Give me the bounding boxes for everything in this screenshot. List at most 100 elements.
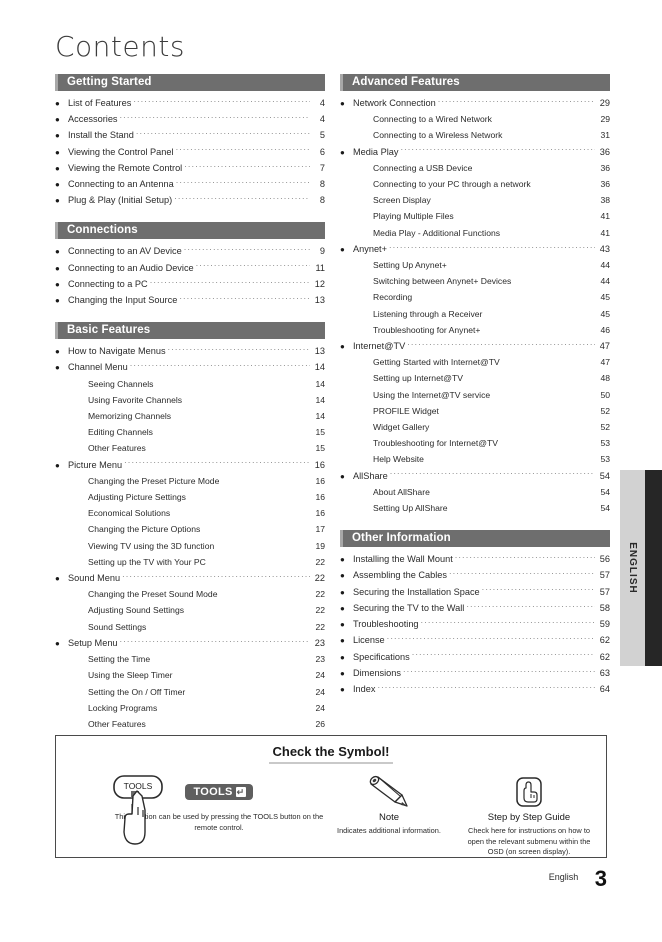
toc-entry[interactable]: ● Install the Stand 5	[55, 127, 325, 143]
toc-subentry[interactable]: ●Recording45	[340, 289, 610, 305]
bullet-icon: ●	[340, 587, 345, 597]
toc-entry[interactable]: ● Troubleshooting 59	[340, 616, 610, 632]
toc-subentry[interactable]: ●Sound Settings22	[55, 619, 325, 635]
toc-subentry[interactable]: ●About AllShare54	[340, 484, 610, 500]
toc-entry[interactable]: ● Plug & Play (Initial Setup) 8	[55, 192, 325, 208]
toc-entry[interactable]: ● Setup Menu 23	[55, 635, 325, 651]
toc-entry[interactable]: ● List of Features 4	[55, 95, 325, 111]
toc-entry[interactable]: ● Channel Menu 14	[55, 359, 325, 375]
toc-entry-page: 17	[315, 524, 325, 535]
toc-entry[interactable]: ● Connecting to an AV Device 9	[55, 243, 325, 259]
toc-subentry[interactable]: ●Changing the Picture Options17	[55, 521, 325, 537]
toc-subentry[interactable]: ●Other Features15	[55, 440, 325, 456]
toc-entry[interactable]: ● Dimensions 63	[340, 665, 610, 681]
toc-entry[interactable]: ● Connecting to a PC 12	[55, 276, 325, 292]
toc-entry-page: 63	[599, 667, 610, 678]
symbol-item-tools: TOOLS TOOLS ↵ This function can be used …	[104, 772, 334, 845]
toc-entry-page: 64	[599, 683, 610, 694]
toc-entry-page: 41	[600, 211, 610, 222]
toc-subentry[interactable]: ●Screen Display38	[340, 192, 610, 208]
toc-subentry[interactable]: ●Media Play - Additional Functions41	[340, 225, 610, 241]
footer-page-number: 3	[594, 866, 607, 891]
toc-entry-title: Troubleshooting	[353, 619, 419, 630]
toc-entry[interactable]: ● Sound Menu 22	[55, 570, 325, 586]
toc-subentry[interactable]: ●Viewing TV using the 3D function19	[55, 538, 325, 554]
toc-entry[interactable]: ● Installing the Wall Mount 56	[340, 551, 610, 567]
toc-entry[interactable]: ● Network Connection 29	[340, 95, 610, 111]
toc-leader-dots	[455, 551, 595, 562]
toc-subentry[interactable]: ●Playing Multiple Files41	[340, 208, 610, 224]
toc-leader-dots	[482, 322, 595, 333]
note-label: Note	[378, 812, 400, 823]
toc-entry[interactable]: ● How to Navigate Menus 13	[55, 343, 325, 359]
toc-subentry[interactable]: ●Changing the Preset Sound Mode22	[55, 586, 325, 602]
toc-entry-title: List of Features	[68, 98, 132, 108]
toc-subentry[interactable]: ●Adjusting Picture Settings16	[55, 489, 325, 505]
toc-subentry[interactable]: ●Editing Channels15	[55, 424, 325, 440]
toc-entry[interactable]: ● Accessories 4	[55, 111, 325, 127]
step-guide-glyph-row	[454, 772, 604, 812]
toc-subentry[interactable]: ●Using the Sleep Timer24	[55, 667, 325, 683]
toc-subentry[interactable]: ●Adjusting Sound Settings22	[55, 602, 325, 618]
toc-leader-dots	[155, 424, 310, 435]
toc-subentry[interactable]: ●PROFILE Widget52	[340, 403, 610, 419]
toc-entry[interactable]: ● Anynet+ 43	[340, 241, 610, 257]
toc-entry[interactable]: ● Viewing the Remote Control 7	[55, 160, 325, 176]
toc-subentry[interactable]: ●Setting up the TV with Your PC22	[55, 554, 325, 570]
toc-subentry[interactable]: ●Seeing Channels14	[55, 376, 325, 392]
toc-entry[interactable]: ● Connecting to an Antenna 8	[55, 176, 325, 192]
toc-subentry[interactable]: ●Economical Solutions16	[55, 505, 325, 521]
toc-subentry[interactable]: ●Listening through a Receiver45	[340, 306, 610, 322]
toc-entry-page: 22	[315, 556, 325, 567]
toc-subentry[interactable]: ●Using the Internet@TV service50	[340, 387, 610, 403]
toc-subentry[interactable]: ●Connecting to a Wireless Network31	[340, 127, 610, 143]
toc-subentry[interactable]: ●Setting up Internet@TV48	[340, 370, 610, 386]
toc-entry[interactable]: ● AllShare 54	[340, 468, 610, 484]
toc-subentry[interactable]: ●Memorizing Channels14	[55, 408, 325, 424]
toc-subentry[interactable]: ●Setting Up Anynet+44	[340, 257, 610, 273]
toc-entry-page: 4	[319, 114, 325, 125]
toc-entry[interactable]: ● Internet@TV 47	[340, 338, 610, 354]
toc-subentry[interactable]: ●Help Website53	[340, 451, 610, 467]
toc-entry[interactable]: ● Picture Menu 16	[55, 457, 325, 473]
toc-entry[interactable]: ● Assembling the Cables 57	[340, 567, 610, 583]
toc-entry[interactable]: ● Index 64	[340, 681, 610, 697]
toc-subentry[interactable]: ●Getting Started with Internet@TV47	[340, 354, 610, 370]
toc-leader-dots	[474, 160, 595, 171]
toc-subentry[interactable]: ●Setting Up AllShare54	[340, 500, 610, 516]
bullet-icon: ●	[340, 603, 345, 613]
toc-entry-page: 16	[315, 492, 325, 503]
toc-entry-title: Connecting to an Antenna	[68, 179, 174, 190]
toc-entry[interactable]: ● Viewing the Control Panel 6	[55, 144, 325, 160]
toc-subentry[interactable]: ●Connecting to a Wired Network29	[340, 111, 610, 127]
toc-subentry[interactable]: ●Troubleshooting for Internet@TV53	[340, 435, 610, 451]
toc-entry[interactable]: ● Securing the Installation Space 57	[340, 584, 610, 600]
toc-subentry[interactable]: ●Widget Gallery52	[340, 419, 610, 435]
toc-subentry[interactable]: ●Connecting a USB Device36	[340, 160, 610, 176]
toc-entry-page: 13	[314, 295, 325, 306]
toc-subentry[interactable]: ●Changing the Preset Picture Mode16	[55, 473, 325, 489]
toc-entry-title: Setting Up AllShare	[373, 503, 448, 514]
toc-leader-dots	[492, 387, 595, 398]
toc-subentry[interactable]: ●Connecting to your PC through a network…	[340, 176, 610, 192]
toc-entry-title: Playing Multiple Files	[373, 211, 454, 222]
toc-entry-page: 56	[599, 554, 610, 565]
toc-subentry[interactable]: ●Locking Programs24	[55, 700, 325, 716]
toc-subentry[interactable]: ●Switching between Anynet+ Devices44	[340, 273, 610, 289]
toc-subentry[interactable]: ●Setting the On / Off Timer24	[55, 684, 325, 700]
toc-leader-dots	[433, 192, 595, 203]
toc-entry[interactable]: ● License 62	[340, 632, 610, 648]
toc-entry[interactable]: ● Connecting to an Audio Device 11	[55, 260, 325, 276]
toc-section-body: ●How to Navigate Menus13●Channel Menu14●…	[55, 339, 325, 764]
toc-leader-dots	[133, 95, 310, 106]
toc-entry[interactable]: ● Changing the Input Source 13	[55, 292, 325, 308]
toc-entry[interactable]: ● Media Play 36	[340, 144, 610, 160]
toc-subentry[interactable]: ●Setting the Time23	[55, 651, 325, 667]
toc-entry[interactable]: ● Specifications 62	[340, 649, 610, 665]
toc-leader-dots	[176, 144, 310, 155]
toc-subentry[interactable]: ●Troubleshooting for Anynet+46	[340, 322, 610, 338]
toc-entry[interactable]: ● Securing the TV to the Wall 58	[340, 600, 610, 616]
toc-entry-title: Viewing the Remote Control	[68, 162, 183, 173]
toc-subentry[interactable]: ●Other Features26	[55, 716, 325, 732]
toc-subentry[interactable]: ●Using Favorite Channels14	[55, 392, 325, 408]
